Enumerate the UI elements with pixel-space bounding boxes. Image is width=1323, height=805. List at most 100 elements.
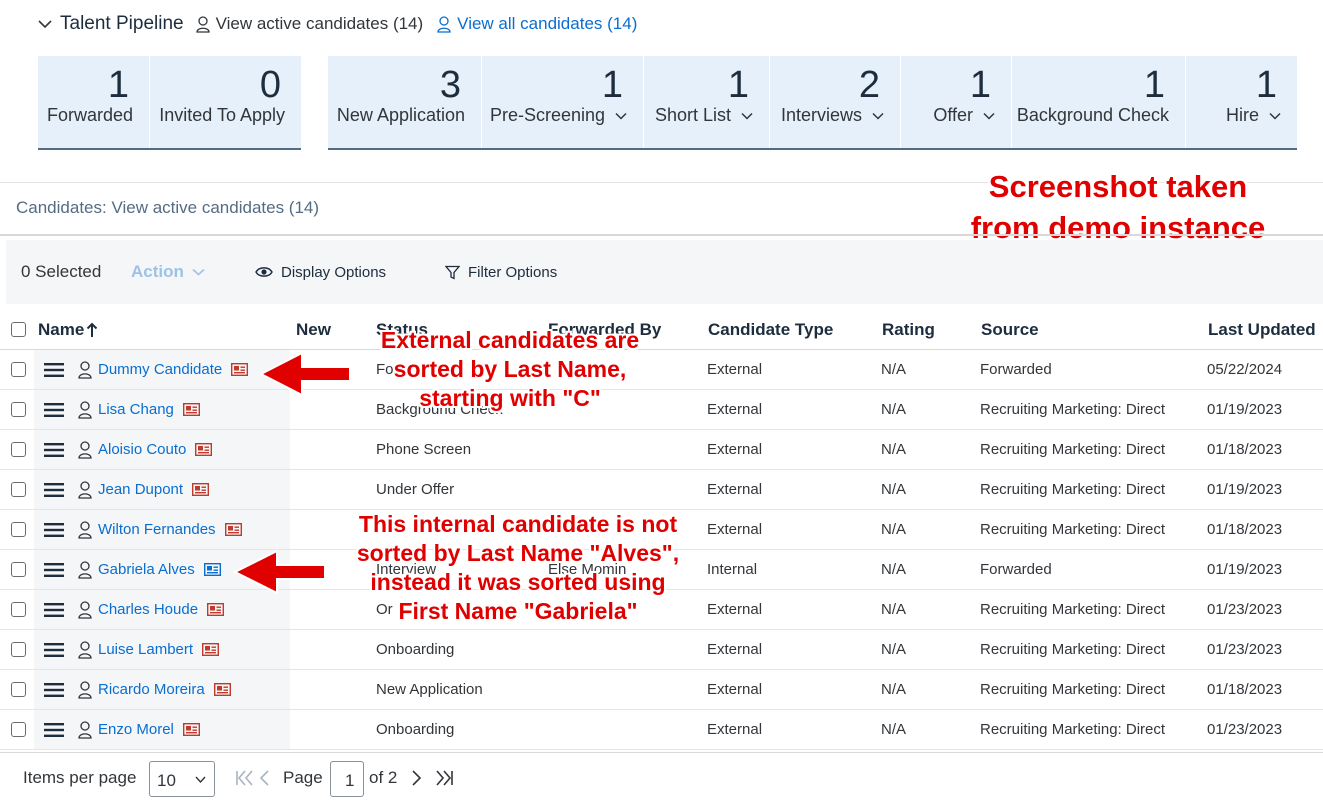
drag-handle-icon[interactable] bbox=[44, 522, 64, 538]
candidate-name-link[interactable]: Jean Dupont bbox=[98, 481, 183, 498]
tile-new-application[interactable]: 3 New Application bbox=[328, 56, 482, 148]
tile-background-check[interactable]: 1 Background Check bbox=[1012, 56, 1186, 148]
divider bbox=[0, 234, 1323, 236]
pipeline-tiles-pre: 1 Forwarded 0 Invited To Apply bbox=[38, 56, 301, 150]
row-checkbox[interactable] bbox=[11, 682, 26, 697]
source-cell: Recruiting Marketing: Direct bbox=[980, 601, 1166, 618]
candidate-profile-badge-icon[interactable] bbox=[182, 403, 200, 416]
column-header-candidate-type[interactable]: Candidate Type bbox=[708, 320, 833, 340]
column-header-source[interactable]: Source bbox=[981, 320, 1039, 340]
row-checkbox[interactable] bbox=[11, 722, 26, 737]
person-icon bbox=[78, 440, 92, 459]
rating-cell: N/A bbox=[881, 721, 907, 738]
next-page-icon[interactable] bbox=[411, 770, 423, 786]
candidate-profile-badge-icon[interactable] bbox=[195, 443, 213, 456]
candidate-name-link[interactable]: Enzo Morel bbox=[98, 721, 174, 738]
drag-handle-icon[interactable] bbox=[44, 402, 64, 418]
candidate-name-link[interactable]: Dummy Candidate bbox=[98, 361, 222, 378]
table-row[interactable]: Ricardo Moreira New Application External N/… bbox=[0, 670, 1323, 710]
candidate-profile-badge-icon[interactable] bbox=[202, 643, 220, 656]
chevron-down-icon[interactable] bbox=[872, 112, 884, 120]
pipeline-header: Talent Pipeline View active candidates (… bbox=[38, 12, 637, 36]
row-checkbox[interactable] bbox=[11, 642, 26, 657]
candidate-profile-badge-icon[interactable] bbox=[192, 483, 210, 496]
candidate-profile-badge-icon[interactable] bbox=[213, 683, 231, 696]
row-checkbox[interactable] bbox=[11, 362, 26, 377]
last-page-icon[interactable] bbox=[434, 770, 454, 786]
drag-handle-icon[interactable] bbox=[44, 482, 64, 498]
items-per-page-select[interactable]: 10 bbox=[149, 761, 215, 797]
table-row[interactable]: Jean Dupont Under Offer External N/A Recruit… bbox=[0, 470, 1323, 510]
annotation-arrow-icon bbox=[232, 549, 326, 595]
chevron-down-icon[interactable] bbox=[1269, 112, 1281, 120]
tile-count: 1 bbox=[1143, 64, 1165, 106]
tile-offer[interactable]: 1 Offer bbox=[901, 56, 1012, 148]
tile-forwarded[interactable]: 1 Forwarded bbox=[38, 56, 150, 148]
drag-handle-icon[interactable] bbox=[44, 362, 64, 378]
chevron-down-icon[interactable] bbox=[38, 19, 52, 29]
filter-options-button[interactable]: Filter Options bbox=[445, 264, 557, 281]
table-row[interactable]: Dummy Candidate Fo External N/A Forwarded 05/… bbox=[0, 350, 1323, 390]
candidate-name-link[interactable]: Aloisio Couto bbox=[98, 441, 186, 458]
drag-handle-icon[interactable] bbox=[44, 562, 64, 578]
candidate-name-link[interactable]: Luise Lambert bbox=[98, 641, 193, 658]
chevron-down-icon[interactable] bbox=[741, 112, 753, 120]
candidate-profile-badge-icon[interactable] bbox=[207, 603, 225, 616]
tile-pre-screening[interactable]: 1 Pre-Screening bbox=[482, 56, 644, 148]
candidate-name-link[interactable]: Lisa Chang bbox=[98, 401, 174, 418]
candidate-profile-badge-icon[interactable] bbox=[224, 523, 242, 536]
tile-count: 1 bbox=[1255, 64, 1277, 106]
row-checkbox[interactable] bbox=[11, 402, 26, 417]
row-checkbox[interactable] bbox=[11, 482, 26, 497]
action-menu-button[interactable]: Action bbox=[131, 262, 255, 282]
source-cell: Forwarded bbox=[980, 561, 1052, 578]
view-active-candidates-link[interactable]: View active candidates (14) bbox=[195, 14, 423, 34]
name-cell: Luise Lambert bbox=[34, 630, 290, 669]
person-icon bbox=[78, 480, 92, 499]
chevron-down-icon[interactable] bbox=[615, 112, 627, 120]
table-row[interactable]: Luise Lambert Onboarding External N/A Recrui… bbox=[0, 630, 1323, 670]
previous-page-icon[interactable] bbox=[258, 770, 270, 786]
candidate-name-link[interactable]: Ricardo Moreira bbox=[98, 681, 205, 698]
tile-hire[interactable]: 1 Hire bbox=[1186, 56, 1297, 148]
row-checkbox[interactable] bbox=[11, 602, 26, 617]
candidate-profile-badge-icon[interactable] bbox=[231, 363, 249, 376]
items-per-page-label: Items per page bbox=[23, 768, 137, 787]
candidate-name-link[interactable]: Charles Houde bbox=[98, 601, 198, 618]
view-all-candidates-link[interactable]: View all candidates (14) bbox=[437, 14, 637, 34]
row-checkbox[interactable] bbox=[11, 442, 26, 457]
table-row[interactable]: Aloisio Couto Phone Screen External N/A Recr… bbox=[0, 430, 1323, 470]
drag-handle-icon[interactable] bbox=[44, 602, 64, 618]
table-row[interactable]: Enzo Morel Onboarding External N/A Recruitin… bbox=[0, 710, 1323, 750]
chevron-down-icon[interactable] bbox=[983, 112, 995, 120]
row-checkbox[interactable] bbox=[11, 522, 26, 537]
column-header-new[interactable]: New bbox=[296, 320, 331, 340]
select-all-checkbox[interactable] bbox=[11, 322, 26, 337]
column-header-rating[interactable]: Rating bbox=[882, 320, 935, 340]
first-page-icon[interactable] bbox=[235, 770, 255, 786]
candidate-type-cell: Internal bbox=[707, 561, 758, 578]
candidate-profile-badge-icon[interactable] bbox=[203, 563, 221, 576]
tile-count: 1 bbox=[969, 64, 991, 106]
person-icon bbox=[195, 15, 210, 33]
drag-handle-icon[interactable] bbox=[44, 722, 64, 738]
tile-invited-to-apply[interactable]: 0 Invited To Apply bbox=[150, 56, 301, 148]
candidate-profile-badge-icon[interactable] bbox=[182, 723, 200, 736]
rating-cell: N/A bbox=[881, 561, 907, 578]
display-options-button[interactable]: Display Options bbox=[255, 264, 445, 281]
drag-handle-icon[interactable] bbox=[44, 642, 64, 658]
drag-handle-icon[interactable] bbox=[44, 682, 64, 698]
table-row[interactable]: Lisa Chang Background Check External N/A Rec… bbox=[0, 390, 1323, 430]
tile-interviews[interactable]: 2 Interviews bbox=[770, 56, 901, 148]
drag-handle-icon[interactable] bbox=[44, 442, 64, 458]
candidate-name-link[interactable]: Gabriela Alves bbox=[98, 561, 195, 578]
status-cell: New Application bbox=[376, 681, 483, 698]
column-header-name[interactable]: Name bbox=[38, 320, 98, 340]
last-updated-cell: 01/23/2023 bbox=[1207, 601, 1283, 618]
row-checkbox[interactable] bbox=[11, 562, 26, 577]
page-number-input[interactable]: 1 bbox=[330, 761, 364, 797]
tile-short-list[interactable]: 1 Short List bbox=[644, 56, 770, 148]
name-cell: Lisa Chang bbox=[34, 390, 290, 429]
column-header-last-updated[interactable]: Last Updated bbox=[1208, 320, 1316, 340]
candidate-name-link[interactable]: Wilton Fernandes bbox=[98, 521, 216, 538]
